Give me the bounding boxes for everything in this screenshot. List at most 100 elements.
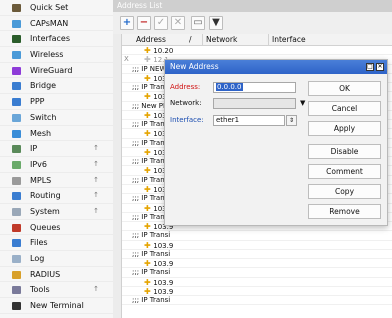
sidebar-item-wireless[interactable]: Wireless xyxy=(0,47,113,63)
close-icon[interactable]: ✕ xyxy=(376,63,384,71)
sidebar-item-ppp[interactable]: PPP xyxy=(0,94,113,110)
address-icon: ✚ xyxy=(144,129,154,139)
submenu-arrow-icon: ↑ xyxy=(93,206,99,215)
sidebar-menu: Quick Set CAPsMAN Interfaces Wireless WireGu… xyxy=(0,0,114,318)
new-terminal-icon xyxy=(12,302,21,311)
address-field[interactable]: 0.0.0.0 xyxy=(213,82,296,93)
sidebar-item-quick-set[interactable]: Quick Set xyxy=(0,0,113,16)
address-icon: ✚ xyxy=(144,240,154,250)
sidebar-item-label: Switch xyxy=(30,112,57,122)
remove-button[interactable]: Remove xyxy=(308,204,381,219)
sidebar-item-label: Bridge xyxy=(30,81,57,91)
apply-button[interactable]: Apply xyxy=(308,121,381,136)
remove-button[interactable]: − xyxy=(137,16,151,30)
dropdown-arrow-icon[interactable]: ▼ xyxy=(300,99,305,107)
cancel-button[interactable]: Cancel xyxy=(308,101,381,116)
address-icon: ✚ xyxy=(144,222,154,232)
table-row[interactable]: ;;; IP Transi xyxy=(122,296,392,306)
check-icon: ✓ xyxy=(156,17,166,28)
interface-field[interactable]: ether1 xyxy=(213,115,285,126)
radius-icon xyxy=(12,270,21,279)
table-row[interactable]: ;;; IP Transi xyxy=(122,268,392,278)
address-icon: ✚ xyxy=(144,46,154,55)
address-icon: ✚ xyxy=(144,55,154,65)
sidebar-item-ip[interactable]: IP ↑ xyxy=(0,141,113,157)
table-row[interactable]: ✚ 10.20 xyxy=(122,46,392,56)
address-icon: ✚ xyxy=(144,286,154,296)
submenu-arrow-icon: ↑ xyxy=(93,144,99,153)
disabled-flag: X xyxy=(124,55,129,64)
comment-icon: ▭ xyxy=(193,17,203,28)
filter-button[interactable]: ▼ xyxy=(209,16,223,30)
sidebar-item-queues[interactable]: Queues xyxy=(0,220,113,236)
table-row[interactable]: ;;; IP Transi xyxy=(122,231,392,241)
ip-icon xyxy=(12,145,21,154)
add-button[interactable]: + xyxy=(120,16,134,30)
network-field[interactable] xyxy=(213,98,296,109)
column-interface[interactable]: Interface xyxy=(268,34,306,45)
row-address: 103.9 xyxy=(153,287,174,296)
table-row[interactable]: ✚ 103.9 xyxy=(122,259,392,269)
row-comment: ;;; IP Transi xyxy=(132,296,171,305)
sidebar-item-switch[interactable]: Switch xyxy=(0,110,113,126)
disable-button[interactable]: Disable xyxy=(308,144,381,159)
sidebar-item-label: Interfaces xyxy=(30,34,70,44)
plus-icon: + xyxy=(122,17,132,28)
sidebar-item-ipv6[interactable]: IPv6 ↑ xyxy=(0,157,113,173)
row-comment: ;;; IP NEW xyxy=(132,64,167,73)
tools-icon xyxy=(12,286,21,295)
row-comment: ;;; IP Transi xyxy=(132,231,171,240)
interface-label: Interface: xyxy=(170,116,204,124)
comment-button[interactable]: Comment xyxy=(308,164,381,179)
sidebar-item-system[interactable]: System ↑ xyxy=(0,204,113,220)
wireless-icon xyxy=(12,51,21,60)
submenu-arrow-icon: ↑ xyxy=(93,175,99,184)
table-row[interactable]: ;;; IP Transi xyxy=(122,250,392,260)
copy-button[interactable]: Copy xyxy=(308,184,381,199)
sidebar-item-label: IPv6 xyxy=(30,159,48,169)
sidebar-item-mesh[interactable]: Mesh xyxy=(0,126,113,142)
table-row[interactable]: ✚ 103.9 xyxy=(122,286,392,297)
table-row[interactable]: ✚ 103.9 xyxy=(122,241,392,250)
address-icon: ✚ xyxy=(144,73,154,83)
column-network[interactable]: Network xyxy=(202,34,237,45)
address-icon: ✚ xyxy=(144,166,154,176)
ipv6-icon xyxy=(12,160,21,169)
sidebar-item-label: Tools xyxy=(30,285,50,295)
sidebar-item-tools[interactable]: Tools ↑ xyxy=(0,282,113,299)
sidebar-item-mpls[interactable]: MPLS ↑ xyxy=(0,173,113,189)
sidebar-item-label: Files xyxy=(30,238,48,248)
sidebar-item-routing[interactable]: Routing ↑ xyxy=(0,188,113,204)
sidebar-item-label: WireGuard xyxy=(30,65,73,75)
sidebar-item-label: Quick Set xyxy=(30,3,69,12)
sidebar-item-log[interactable]: Log xyxy=(0,251,113,267)
comment-button[interactable]: ▭ xyxy=(191,16,205,30)
sidebar-item-label: IP xyxy=(30,144,38,154)
sidebar-item-interfaces[interactable]: Interfaces xyxy=(0,31,113,48)
row-address: 103.9 xyxy=(153,278,174,287)
sidebar-item-bridge[interactable]: Bridge xyxy=(0,78,113,95)
sidebar-item-wireguard[interactable]: WireGuard xyxy=(0,63,113,79)
maximize-icon[interactable]: □ xyxy=(366,63,374,71)
sidebar-item-label: Routing xyxy=(30,191,61,201)
table-row[interactable]: ✚ 103.9 xyxy=(122,278,392,287)
enable-button[interactable]: ✓ xyxy=(154,16,168,30)
sidebar-item-capsman[interactable]: CAPsMAN xyxy=(0,16,113,32)
row-address: 103.9 xyxy=(153,241,174,250)
dialog-titlebar[interactable]: New Address □ ✕ xyxy=(165,60,387,74)
mesh-icon xyxy=(12,129,21,138)
ok-button[interactable]: OK xyxy=(308,81,381,96)
network-label: Network: xyxy=(170,99,202,107)
column-address[interactable]: Address xyxy=(136,34,166,45)
sidebar-item-new-terminal[interactable]: New Terminal xyxy=(0,298,113,314)
sidebar-item-files[interactable]: Files xyxy=(0,235,113,251)
mpls-icon xyxy=(12,176,21,185)
interface-select-icon[interactable]: ⇕ xyxy=(286,115,297,126)
sidebar-item-radius[interactable]: RADIUS xyxy=(0,267,113,283)
sidebar-item-label: System xyxy=(30,206,60,216)
dialog-title: New Address xyxy=(170,62,219,71)
disable-button[interactable]: ✕ xyxy=(171,16,185,30)
wireguard-icon xyxy=(12,66,21,75)
minus-icon: − xyxy=(139,17,149,28)
address-icon: ✚ xyxy=(144,203,154,213)
